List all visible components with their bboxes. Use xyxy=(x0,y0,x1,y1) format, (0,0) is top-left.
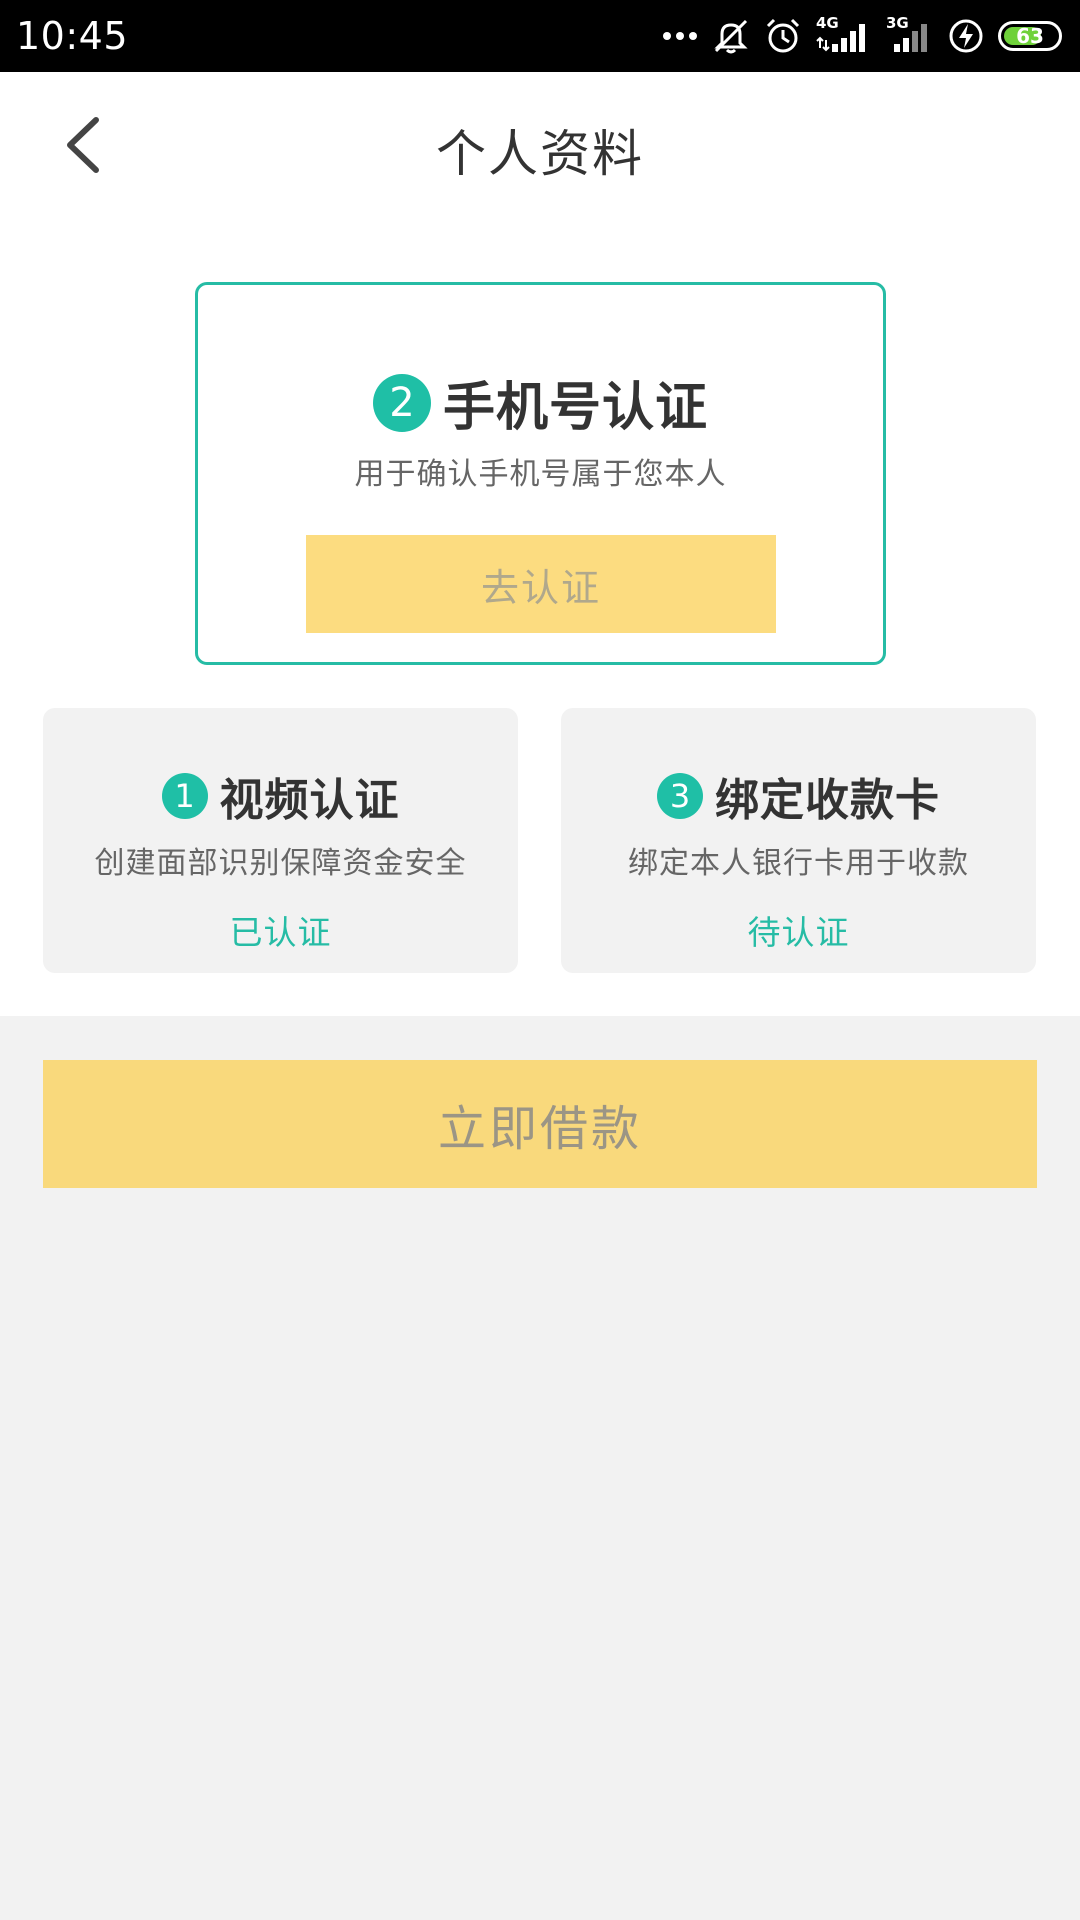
borrow-now-button[interactable]: 立即借款 xyxy=(43,1060,1037,1188)
battery-icon: 63 xyxy=(998,21,1062,51)
network-label-3g: 3G xyxy=(886,14,909,32)
page-title: 个人资料 xyxy=(436,125,644,183)
step-number-badge: 2 xyxy=(372,373,431,432)
status-label: 已认证 xyxy=(229,913,332,952)
card-heading: 3 绑定收款卡 xyxy=(561,764,1036,828)
phone-verification-card: 2 手机号认证 用于确认手机号属于您本人 去认证 xyxy=(195,282,886,665)
step-number-badge: 3 xyxy=(657,773,703,819)
card-heading: 1 视频认证 xyxy=(43,764,518,828)
step-number-badge: 1 xyxy=(161,773,208,819)
card-description: 用于确认手机号属于您本人 xyxy=(354,457,727,492)
more-dots-icon xyxy=(663,32,697,40)
card-title: 手机号认证 xyxy=(442,378,708,438)
signal-3g-icon: 3G xyxy=(886,14,934,54)
card-heading: 2 手机号认证 xyxy=(198,365,883,440)
bell-off-icon xyxy=(714,19,748,54)
network-label-4g: 4G xyxy=(816,14,839,32)
card-description: 绑定本人银行卡用于收款 xyxy=(628,846,969,881)
go-verify-button[interactable]: 去认证 xyxy=(306,535,776,633)
status-time: 10:45 xyxy=(16,14,129,58)
signal-4g-icon: 4G xyxy=(816,14,872,54)
card-title: 绑定收款卡 xyxy=(715,775,940,826)
card-description: 创建面部识别保障资金安全 xyxy=(94,846,467,881)
app-header: 个人资料 xyxy=(0,72,1080,220)
charging-icon xyxy=(949,19,983,53)
card-title: 视频认证 xyxy=(219,775,400,826)
status-bar: 10:45 4G 3G 63 xyxy=(0,0,1080,72)
battery-level: 63 xyxy=(1016,24,1044,48)
alarm-icon xyxy=(766,18,800,53)
video-verification-card[interactable]: 1 视频认证 创建面部识别保障资金安全 已认证 xyxy=(43,708,518,973)
status-icons: 4G 3G 63 xyxy=(662,0,1062,72)
status-label: 待认证 xyxy=(747,913,850,952)
bind-card-verification-card[interactable]: 3 绑定收款卡 绑定本人银行卡用于收款 待认证 xyxy=(561,708,1036,973)
